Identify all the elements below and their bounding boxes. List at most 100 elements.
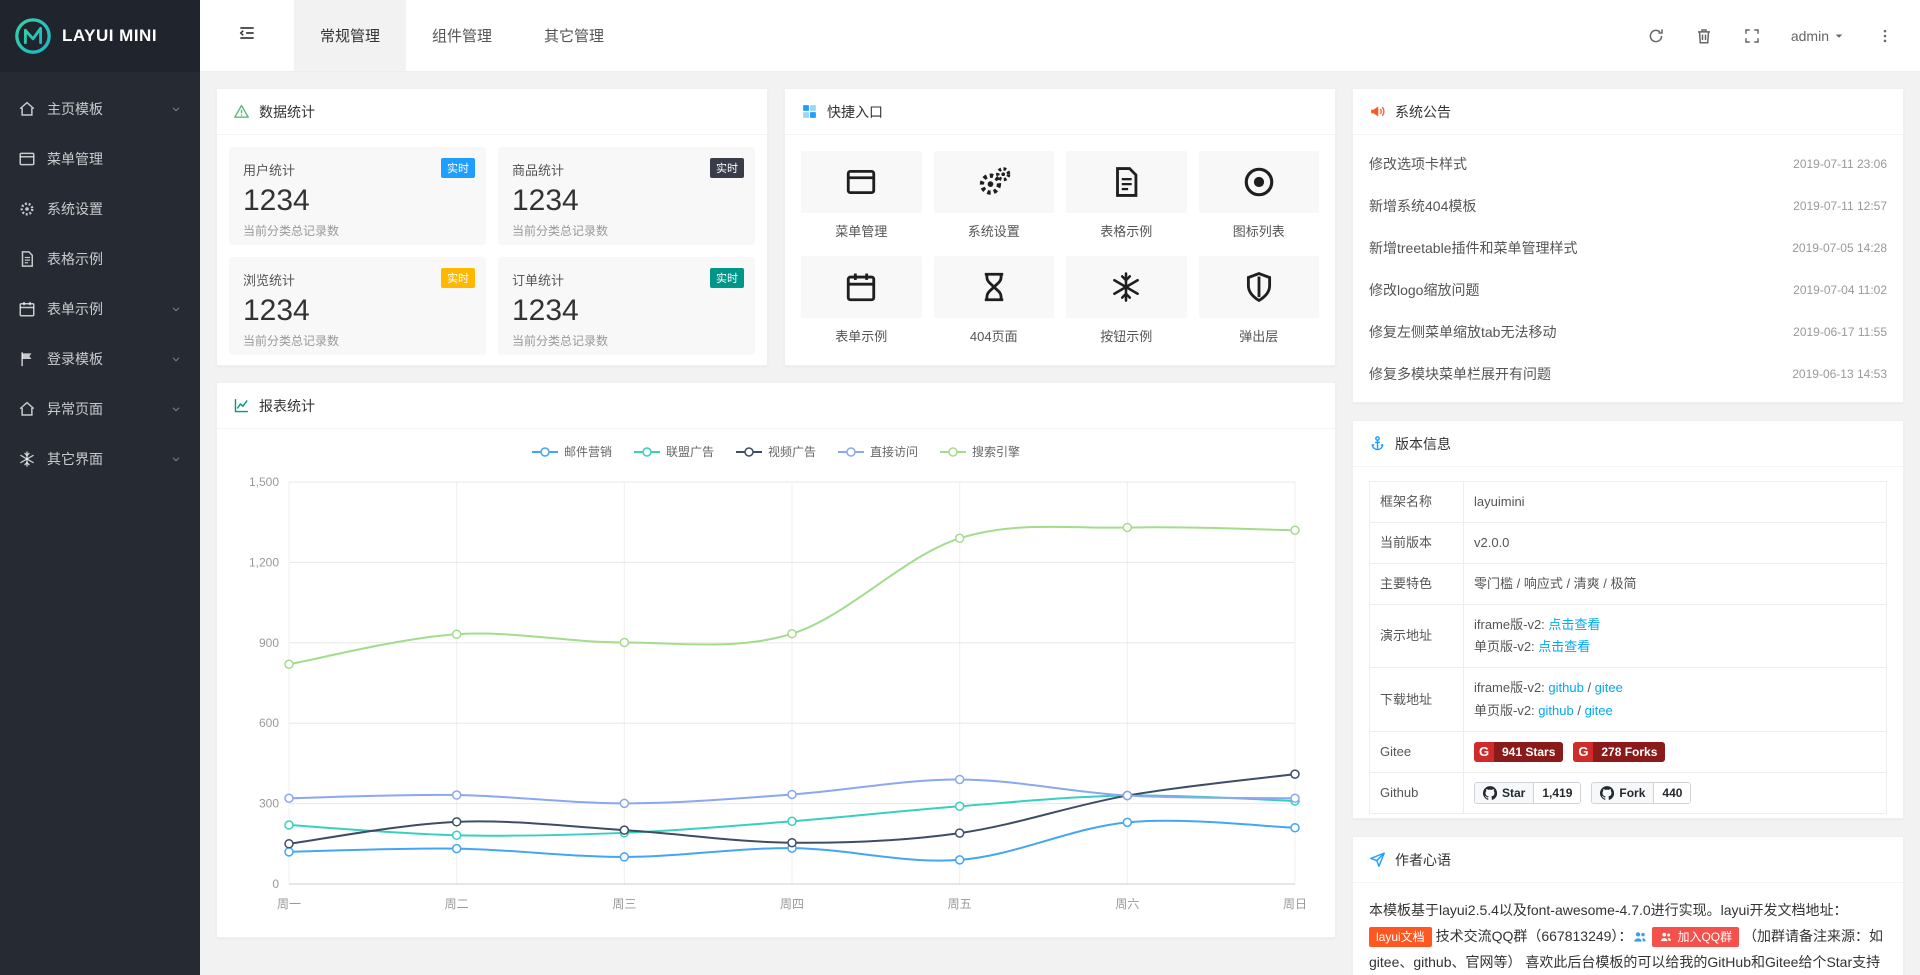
collapse-sidebar-button[interactable] (200, 0, 294, 71)
announcements-title: 系统公告 (1395, 102, 1451, 122)
quick-entry-grid: 菜单管理系统设置表格示例图标列表表单示例404页面按钮示例弹出层 (785, 135, 1335, 361)
quick-entry-label: 系统设置 (934, 221, 1055, 240)
more-menu-button[interactable] (1876, 27, 1894, 45)
svg-text:周一: 周一 (277, 897, 301, 911)
github-badge[interactable]: Star1,419 (1474, 782, 1581, 804)
legend-item-0[interactable]: 邮件营销 (532, 443, 612, 460)
chart-legend: 邮件营销 联盟广告 视频广告 直接访问 搜索引擎 (217, 429, 1335, 464)
sidebar-item-table-demo[interactable]: 表格示例 (0, 234, 200, 284)
legend-label: 视频广告 (768, 443, 816, 460)
component-icon (801, 103, 818, 120)
announcement-item[interactable]: 修改选项卡样式2019-07-11 23:06 (1369, 143, 1887, 185)
svg-text:周四: 周四 (780, 897, 804, 911)
sidebar-item-form-demo[interactable]: 表单示例 (0, 284, 200, 334)
gitee-badge[interactable]: G941 Stars (1474, 742, 1563, 762)
calendar-icon (18, 300, 36, 318)
legend-item-1[interactable]: 联盟广告 (634, 443, 714, 460)
stat-desc: 当前分类总记录数 (243, 332, 472, 349)
quick-entry-icon-list[interactable]: 图标列表 (1199, 151, 1320, 240)
stat-title: 浏览统计 (243, 270, 472, 289)
version-link[interactable]: 点击查看 (1538, 639, 1590, 654)
logo[interactable]: LAYUI MINI (0, 0, 200, 72)
announcements-list: 修改选项卡样式2019-07-11 23:06新增系统404模板2019-07-… (1353, 135, 1903, 403)
snowflake-icon (1066, 256, 1187, 318)
author-notes-header: 作者心语 (1353, 837, 1903, 883)
version-link[interactable]: gitee (1595, 680, 1623, 695)
quick-entry-popup-layer[interactable]: 弹出层 (1199, 256, 1320, 345)
user-name: admin (1791, 28, 1829, 44)
author-line1: 本模板基于layui2.5.4以及font-awesome-4.7.0进行实现。… (1369, 902, 1847, 918)
version-link[interactable]: github (1548, 680, 1583, 695)
github-count: 1,419 (1534, 783, 1580, 803)
fullscreen-button[interactable] (1743, 27, 1761, 45)
quick-entry-label: 表格示例 (1066, 221, 1187, 240)
sidebar-item-login-template[interactable]: 登录模板 (0, 334, 200, 384)
announcement-item[interactable]: 修复多模块菜单栏展开有问题2019-06-13 14:53 (1369, 353, 1887, 395)
author-notes-title: 作者心语 (1395, 850, 1451, 870)
dot-circle-icon (1199, 151, 1320, 213)
join-qq-badge[interactable]: 加入QQ群 (1652, 927, 1739, 947)
gears-icon (934, 151, 1055, 213)
announcement-date: 2019-07-11 12:57 (1793, 199, 1887, 213)
sidebar-item-home-template[interactable]: 主页模板 (0, 84, 200, 134)
quick-entry-menu-manage[interactable]: 菜单管理 (801, 151, 922, 240)
announcement-date: 2019-07-05 14:28 (1792, 241, 1887, 255)
announcement-item[interactable]: 修改logo缩放问题 2019-07-04 11:02 (1369, 269, 1887, 311)
version-row: 演示地址iframe版-v2: 点击查看单页版-v2: 点击查看 (1370, 605, 1887, 668)
quick-entry-page-404[interactable]: 404页面 (934, 256, 1055, 345)
announcement-text: 修改logo缩放问题 (1369, 280, 1479, 300)
stats-grid: 用户统计实时1234当前分类总记录数商品统计实时1234当前分类总记录数浏览统计… (217, 135, 767, 367)
quick-entry-label: 图标列表 (1199, 221, 1320, 240)
tab-basic-manage[interactable]: 常规管理 (294, 0, 406, 71)
version-label: 下载地址 (1370, 668, 1464, 731)
sidebar-item-error-page[interactable]: 异常页面 (0, 384, 200, 434)
quick-entry-form-demo[interactable]: 表单示例 (801, 256, 922, 345)
stat-card-goods: 商品统计实时1234当前分类总记录数 (498, 147, 755, 245)
page-tabs: 常规管理组件管理其它管理 (294, 0, 630, 71)
tab-other-manage[interactable]: 其它管理 (518, 0, 630, 71)
announcement-item[interactable]: 新增系统404模板2019-07-11 12:57 (1369, 185, 1887, 227)
version-link[interactable]: 点击查看 (1548, 617, 1600, 632)
version-row: 主要特色零门槛 / 响应式 / 清爽 / 极简 (1370, 564, 1887, 605)
version-link[interactable]: github (1538, 703, 1573, 718)
quick-entry-system-setting[interactable]: 系统设置 (934, 151, 1055, 240)
stat-desc: 当前分类总记录数 (243, 222, 472, 239)
join-qq-label: 加入QQ群 (1677, 929, 1732, 945)
legend-label: 邮件营销 (564, 443, 612, 460)
announcement-text: 修复左侧菜单缩放tab无法移动 (1369, 322, 1556, 342)
announcement-date: 2019-07-04 11:02 (1793, 283, 1887, 297)
announcement-text: 修复多模块菜单栏展开有问题 (1369, 364, 1551, 384)
svg-text:1,200: 1,200 (249, 555, 279, 569)
announcement-text: 修改选项卡样式 (1369, 154, 1467, 174)
svg-text:300: 300 (259, 797, 279, 811)
sidebar-item-menu-manage[interactable]: 菜单管理 (0, 134, 200, 184)
github-badge[interactable]: Fork440 (1591, 782, 1691, 804)
line-chart[interactable]: 周一周二周三周四周五周六周日03006009001,2001,500 (233, 468, 1319, 920)
caret-down-icon (1832, 29, 1846, 43)
gitee-badge[interactable]: G278 Forks (1573, 742, 1665, 762)
realtime-badge: 实时 (441, 268, 475, 288)
version-table: 框架名称layuimini当前版本v2.0.0主要特色零门槛 / 响应式 / 清… (1369, 481, 1887, 814)
clear-cache-button[interactable] (1695, 27, 1713, 45)
announcements-panel: 系统公告 修改选项卡样式2019-07-11 23:06新增系统404模板201… (1352, 88, 1904, 403)
announcement-date: 2019-06-17 11:55 (1793, 325, 1887, 339)
legend-item-2[interactable]: 视频广告 (736, 443, 816, 460)
svg-text:900: 900 (259, 636, 279, 650)
refresh-button[interactable] (1647, 27, 1665, 45)
layui-doc-badge[interactable]: layui文档 (1369, 927, 1432, 947)
announcement-item[interactable]: 修复左侧菜单缩放tab无法移动 2019-06-17 11:55 (1369, 311, 1887, 353)
announcement-item[interactable]: 新增treetable插件和菜单管理样式2019-07-05 14:28 (1369, 227, 1887, 269)
version-link[interactable]: gitee (1585, 703, 1613, 718)
legend-item-4[interactable]: 搜索引擎 (940, 443, 1020, 460)
sidebar-item-label: 主页模板 (47, 99, 103, 119)
quick-entry-table-demo[interactable]: 表格示例 (1066, 151, 1187, 240)
sidebar-item-label: 表单示例 (47, 299, 103, 319)
user-menu[interactable]: admin (1791, 28, 1846, 44)
sidebar-item-system-setting[interactable]: 系统设置 (0, 184, 200, 234)
stat-title: 订单统计 (512, 270, 741, 289)
legend-item-3[interactable]: 直接访问 (838, 443, 918, 460)
tab-component-manage[interactable]: 组件管理 (406, 0, 518, 71)
author-line2: 技术交流QQ群（667813249）： (1436, 928, 1633, 944)
sidebar-item-other-page[interactable]: 其它界面 (0, 434, 200, 484)
quick-entry-button-demo[interactable]: 按钮示例 (1066, 256, 1187, 345)
